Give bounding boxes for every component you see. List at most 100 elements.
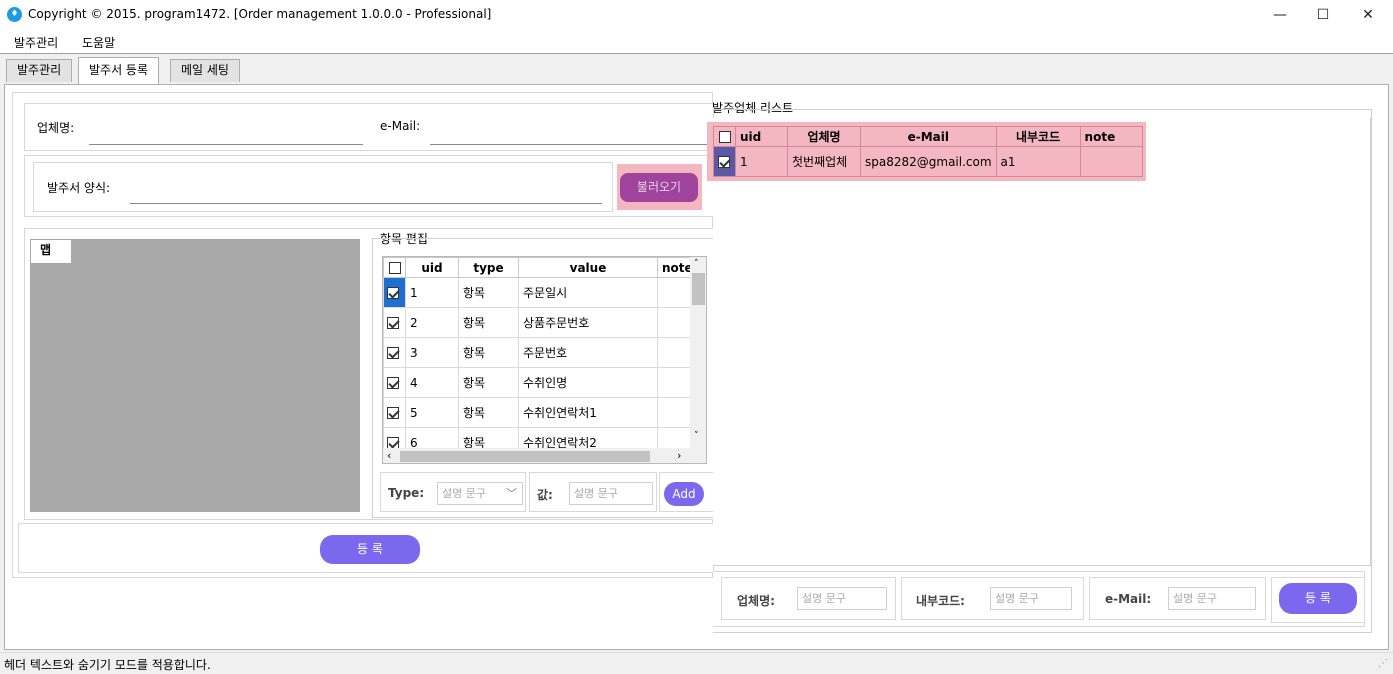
email-label: e-Mail: [380,119,421,133]
value-box: 값: 설명 문구 [529,472,657,512]
company-label: 업체명: [37,121,75,135]
row-checkbox-cell[interactable] [383,277,406,308]
email-input[interactable] [430,144,715,145]
cell-type: 항목 [458,397,519,428]
vendor-row-checkbox-cell[interactable] [713,146,736,177]
vendor-email: spa8282@gmail.com [860,146,997,177]
cell-note [657,277,692,308]
tab-order-management[interactable]: 발주관리 [6,59,73,82]
vendor-email-label: e-Mail: [1105,592,1152,606]
close-button[interactable]: ✕ [1345,0,1391,30]
row-checkbox[interactable] [387,287,399,299]
maximize-button[interactable]: ☐ [1300,0,1346,30]
vendor-column-code[interactable]: 내부코드 [995,126,1081,147]
vendor-code: a1 [995,146,1081,177]
status-bar: 헤더 텍스트와 숨기기 모드를 적용합니다. ⋰ [0,652,1393,674]
vendor-row[interactable]: 1 첫번째업체 spa8282@gmail.com a1 [713,146,1143,177]
scroll-right-arrow-icon[interactable]: › [677,449,681,462]
vendor-register-box: 등 록 [1271,577,1365,623]
template-input[interactable] [130,203,602,204]
table-row[interactable]: 1 항목 주문일시 [383,277,692,308]
vendor-code-label: 내부코드: [916,594,965,608]
scroll-down-arrow-icon[interactable]: ˅ [694,431,699,441]
title-bar: ♦ Copyright © 2015. program1472. [Order … [0,0,1393,30]
window-title: Copyright © 2015. program1472. [Order ma… [28,7,492,21]
scroll-thumb[interactable] [692,273,705,305]
company-input[interactable] [89,144,363,145]
header-checkbox-cell[interactable] [383,257,406,278]
row-checkbox-cell[interactable] [383,397,406,428]
vendor-register-button[interactable]: 등 록 [1279,583,1357,614]
vendor-code-box: 내부코드: 설명 문구 [901,577,1084,620]
tab-order-register[interactable]: 발주서 등록 [78,57,160,84]
vendor-note [1079,146,1143,177]
row-checkbox[interactable] [387,347,399,359]
load-button[interactable]: 불러오기 [620,173,698,202]
select-all-checkbox[interactable] [388,262,401,274]
vendor-header-checkbox-cell[interactable] [713,126,736,147]
table-row[interactable]: 3 항목 주문번호 [383,337,692,368]
row-checkbox-cell[interactable] [383,337,406,368]
vendor-company-input[interactable]: 설명 문구 [797,587,887,610]
map-tab[interactable]: 맵 [31,240,71,263]
row-checkbox[interactable] [387,317,399,329]
minimize-button[interactable]: — [1257,0,1303,30]
chevron-down-icon: ﹀ [506,487,517,500]
vendor-grid-area [713,118,1371,566]
vendor-email-input[interactable]: 설명 문구 [1168,587,1256,610]
add-button[interactable]: Add [664,482,704,506]
vendor-select-all-checkbox[interactable] [718,131,731,143]
value-input[interactable]: 설명 문구 [569,482,653,505]
cell-value: 주문번호 [518,337,658,368]
row-checkbox-cell[interactable] [383,367,406,398]
company-row: 업체명: e-Mail: [24,103,715,151]
table-row[interactable]: 4 항목 수취인명 [383,367,692,398]
row-checkbox[interactable] [387,377,399,389]
cell-uid: 3 [405,337,459,368]
template-row: 발주서 양식: 불러오기 [24,155,714,217]
cell-type: 항목 [458,367,519,398]
vendor-column-uid[interactable]: uid [735,126,788,147]
column-header-value[interactable]: value [518,257,658,278]
template-field-box: 발주서 양식: [33,162,613,212]
table-row[interactable]: 5 항목 수취인연락처1 [383,397,692,428]
cell-type: 항목 [458,277,519,308]
vendor-row-checkbox[interactable] [718,156,730,168]
load-button-highlight: 불러오기 [617,164,702,210]
app-icon: ♦ [7,7,22,22]
hscroll-thumb[interactable] [400,451,650,462]
column-header-type[interactable]: type [458,257,519,278]
vendor-column-note[interactable]: note [1079,126,1143,147]
resize-grip-icon[interactable]: ⋰ [1378,658,1388,669]
vendor-column-company[interactable]: 업체명 [787,126,861,147]
cell-uid: 5 [405,397,459,428]
cell-value: 주문일시 [518,277,658,308]
column-header-uid[interactable]: uid [405,257,459,278]
register-row: 등 록 [18,523,714,573]
column-header-note[interactable]: note [657,257,693,278]
scroll-up-arrow-icon[interactable]: ˄ [694,259,699,269]
table-row[interactable]: 2 항목 상품주문번호 [383,307,692,338]
add-box: Add [659,472,714,512]
cell-value: 수취인명 [518,367,658,398]
menu-order-management[interactable]: 발주관리 [14,34,58,51]
menu-help[interactable]: 도움말 [82,34,115,51]
scroll-left-arrow-icon[interactable]: ‹ [387,449,391,462]
type-select[interactable]: 설명 문구 ﹀ [437,482,523,505]
type-label: Type: [388,486,425,500]
row-checkbox[interactable] [387,407,399,419]
type-select-value: 설명 문구 [442,487,486,500]
cell-value: 수취인연락처1 [518,397,658,428]
map-panel: 맵 [30,239,360,512]
horizontal-scrollbar[interactable]: ‹ › [383,448,706,463]
register-button[interactable]: 등 록 [320,535,420,564]
row-checkbox-cell[interactable] [383,307,406,338]
tab-mail-settings[interactable]: 메일 세팅 [170,59,240,82]
cell-uid: 2 [405,307,459,338]
vendor-column-email[interactable]: e-Mail [860,126,997,147]
cell-type: 항목 [458,307,519,338]
cell-note [657,397,692,428]
vendor-code-input[interactable]: 설명 문구 [990,587,1072,610]
cell-value: 상품주문번호 [518,307,658,338]
vertical-scrollbar[interactable]: ˄ ˅ [690,257,706,449]
